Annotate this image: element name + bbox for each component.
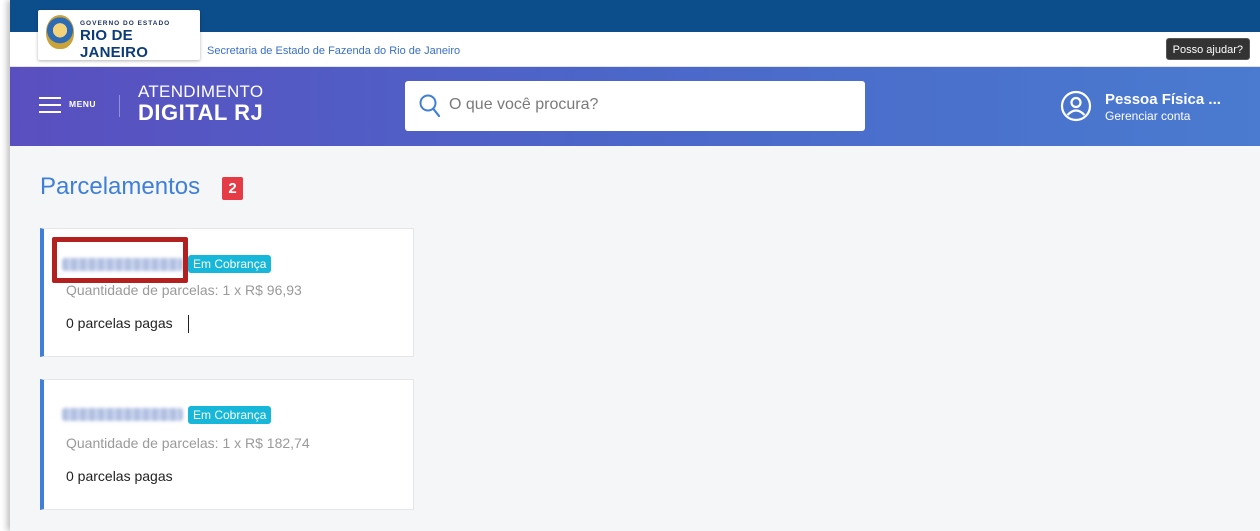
status-badge: Em Cobrança (188, 406, 272, 424)
secretaria-link[interactable]: Secretaria de Estado de Fazenda do Rio d… (207, 45, 460, 57)
state-logo[interactable]: GOVERNO DO ESTADO RIO DE JANEIRO (38, 10, 200, 61)
manage-account-link[interactable]: Gerenciar conta (1105, 109, 1190, 123)
redacted-number (62, 408, 183, 421)
logo-caption: GOVERNO DO ESTADO (80, 20, 171, 27)
main-header: MENU ATENDIMENTO DIGITAL RJ O que você p… (10, 67, 1260, 146)
help-button[interactable]: Posso ajudar? (1165, 38, 1250, 60)
hamburger-icon[interactable] (39, 97, 61, 113)
highlight-annotation-box (52, 237, 188, 283)
search-input[interactable]: O que você procura? (405, 81, 865, 131)
brand-line-2[interactable]: DIGITAL RJ (138, 100, 263, 126)
installments-text: Quantidade de parcelas: 1 x R$ 182,74 (66, 435, 310, 451)
paid-installments-text: 0 parcelas pagas (66, 315, 173, 331)
text-cursor (188, 315, 189, 333)
paid-installments-text: 0 parcelas pagas (66, 468, 173, 484)
search-placeholder: O que você procura? (449, 96, 599, 113)
installment-card[interactable]: Em Cobrança Quantidade de parcelas: 1 x … (40, 379, 414, 510)
header-divider (119, 95, 120, 117)
page-title: Parcelamentos (40, 173, 201, 200)
installments-text: Quantidade de parcelas: 1 x R$ 96,93 (66, 282, 302, 298)
brand-line-1[interactable]: ATENDIMENTO (138, 82, 263, 102)
user-circle-icon[interactable] (1060, 90, 1092, 122)
logo-title: RIO DE JANEIRO (80, 27, 149, 61)
user-name[interactable]: Pessoa Física ... (1105, 91, 1221, 108)
search-icon (419, 94, 441, 118)
state-crest-icon (46, 15, 74, 49)
app-window: Secretaria de Estado de Fazenda do Rio d… (10, 0, 1260, 531)
count-badge: 2 (222, 177, 243, 200)
status-badge: Em Cobrança (188, 255, 272, 273)
menu-button-label[interactable]: MENU (69, 99, 96, 109)
